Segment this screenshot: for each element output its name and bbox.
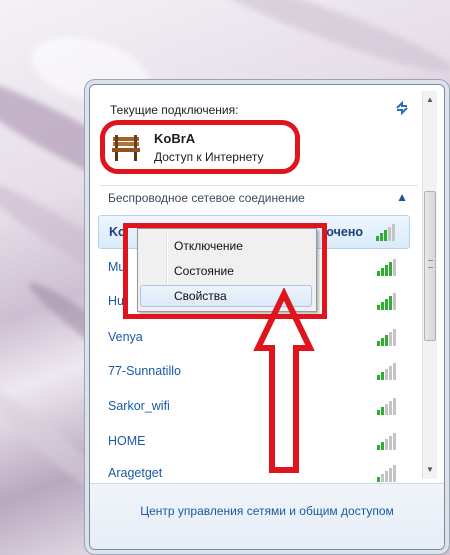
scroll-up-arrow-icon[interactable]: ▲ [423,93,437,107]
signal-strength-icon [377,363,396,380]
network-center-link[interactable]: Центр управления сетями и общим доступом [90,504,444,518]
network-status: очено [326,225,363,239]
wallpaper-streak [202,0,450,84]
current-connections-label: Текущие подключения: [110,103,239,117]
wireless-section-header[interactable]: Беспроводное сетевое соединение ▲ [100,185,418,210]
chevron-up-icon[interactable]: ▲ [396,190,408,204]
network-name: Hu [108,294,124,308]
up-arrow-icon [253,288,315,473]
scroll-down-arrow-icon[interactable]: ▼ [423,463,437,477]
wireless-section-title: Беспроводное сетевое соединение [108,191,305,205]
network-name: Venya [108,330,143,344]
footer: Центр управления сетями и общим доступом [90,483,444,549]
grip-icon [428,260,433,268]
signal-strength-icon [377,329,396,346]
network-name: HOME [108,434,146,448]
signal-strength-icon [377,465,396,482]
annotation-oval [100,120,300,174]
refresh-icon[interactable] [393,99,411,117]
signal-strength-icon [377,433,396,450]
signal-strength-icon [377,398,396,415]
network-name: 77-Sunnatillo [108,364,181,378]
network-name: Sarkor_wifi [108,399,170,413]
signal-strength-icon [376,224,395,241]
signal-strength-icon [377,259,396,276]
scroll-thumb[interactable] [424,191,436,341]
signal-strength-icon [377,293,396,310]
network-name: Aragetget [108,466,163,480]
scrollbar[interactable]: ▲ ▼ [422,91,437,479]
